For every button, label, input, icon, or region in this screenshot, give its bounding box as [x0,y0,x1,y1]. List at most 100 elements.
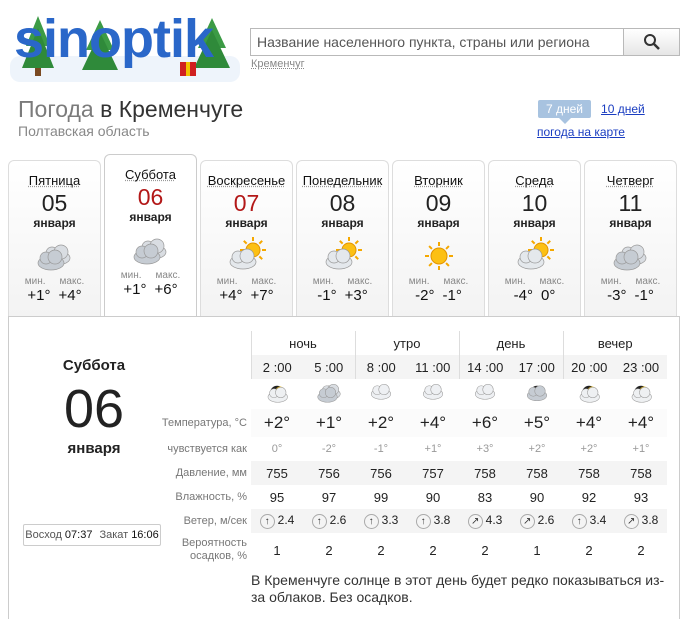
sun-cloud-icon [489,234,580,274]
humidity-cell: 93 [633,489,649,505]
time-cell: 20 :00 [562,355,615,379]
day-tab[interactable]: Четверг 11 января мин. макс. -3° -1° [584,160,677,316]
max-temp: -1° [634,287,654,304]
sinoptik-logo[interactable]: sinoptik [10,6,240,82]
pressure-cell: 755 [251,461,303,485]
wind-arrow-icon: ↑ [311,513,327,529]
min-label: мин. [312,276,334,287]
min-temp: +1° [123,281,147,298]
wind-cell: ↗ 3.8 [615,509,667,533]
min-max-values: +1° +6° [105,281,196,298]
min-temp: -1° [317,287,337,304]
temp-cell: +2° [355,409,407,437]
humidity-cell: 95 [269,489,285,505]
min-temp: -4° [513,287,533,304]
selected-day-number: 06 [63,379,125,439]
day-number: 07 [233,190,260,216]
wind-arrow-icon: ↑ [363,513,379,529]
min-label: мин. [600,276,622,287]
selected-day-month: января [67,440,121,457]
precip-cell: 1 [273,542,281,558]
region-label: Полтавская область [18,123,150,139]
feel-cell: +2° [528,443,546,455]
day-number: 11 [618,190,643,216]
max-label: макс. [251,276,277,287]
day-tab[interactable]: Пятница 05 января мин. макс. +1° +4° [8,160,101,316]
precip-cell: 2 [377,542,385,558]
day-tab[interactable]: Среда 10 января мин. макс. -4° 0° [488,160,581,316]
range-switch: 7 дней 10 дней [538,100,645,124]
temp-cell: +1° [303,409,355,437]
wind-cell: ↑ 3.8 [407,509,459,533]
day-tab[interactable]: Суббота 06 января мин. макс. +1° +6° [104,154,197,316]
day-name: Среда [515,173,554,188]
wind-arrow-icon: ↑ [415,513,431,529]
day-tab[interactable]: Понедельник 08 января мин. макс. -1° +3° [296,160,389,316]
range-7-days[interactable]: 7 дней [538,100,592,124]
time-cell: 11 :00 [407,355,459,379]
search-button[interactable] [623,29,679,55]
title-prefix: Погода [18,96,94,122]
day-month: января [609,216,652,230]
humidity-cell: 92 [581,489,597,505]
day-tab[interactable]: Вторник 09 января мин. макс. -2° -1° [392,160,485,316]
search-hint-link[interactable]: Кременчуг [251,58,305,70]
day-month: января [225,216,268,230]
feel-label: чувствуется как [167,443,247,455]
time-cell: 23 :00 [615,355,667,379]
map-link[interactable]: погода на карте [537,125,625,139]
wind-arrow-icon: ↗ [623,513,639,529]
min-label: мин. [120,270,142,281]
day-tabs: Пятница 05 января мин. макс. +1° +4° Суббот… [8,154,680,316]
wind-cell: ↑ 3.3 [355,509,407,533]
wind-arrow-icon: ↗ [519,513,535,529]
search-input[interactable] [251,29,623,55]
range-10-days[interactable]: 10 дней [601,100,645,118]
pressure-cell: 757 [407,461,459,485]
period-1: утро [354,331,459,355]
pressure-label: Давление, мм [175,467,247,479]
max-temp: +4° [58,287,82,304]
hourly-table: ночь утро день вечер 2 :00 5 :00 8 :00 11 :00 14… [155,331,667,567]
wind-cell: ↗ 2.6 [511,509,563,533]
time-spacer [155,355,251,379]
precip-cell: 2 [429,542,437,558]
day-name: Вторник [414,173,463,188]
min-max-values: +4° +7° [201,287,292,304]
feel-cell: -1° [373,443,389,455]
weather-description: В Кременчуге солнце в этот день будет ре… [251,572,665,605]
min-label: мин. [504,276,526,287]
max-label: макс. [443,276,469,287]
period-2: день [458,331,563,355]
sun-times: Восход 07:37 Закат 16:06 [23,524,161,546]
page-title: Погода в Кременчуге [18,96,243,123]
min-max-labels: мин. макс. [489,276,580,287]
min-max-values: -4° 0° [489,287,580,304]
pressure-cell: 758 [459,461,511,485]
feel-cell: +2° [580,443,598,455]
selected-day: Суббота 06 января [19,357,169,457]
wind-cell: ↑ 2.6 [303,509,355,533]
max-temp: +7° [250,287,274,304]
day-tab[interactable]: Воскресенье 07 января мин. макс. +4° +7° [200,160,293,316]
min-max-labels: мин. макс. [393,276,484,287]
day-month: января [321,216,364,230]
sunset-label: Закат [99,529,129,541]
day-month: января [417,216,460,230]
pressure-cell: 758 [511,461,563,485]
max-temp: 0° [541,287,556,304]
time-cell: 8 :00 [354,355,407,379]
precip-cell: 2 [637,542,645,558]
wind-cell: ↑ 2.4 [251,509,303,533]
night-cloud-icon [563,379,615,409]
day-number: 06 [137,184,164,210]
day-month: января [129,210,172,224]
min-temp: -2° [415,287,435,304]
period-0: ночь [250,331,355,355]
humidity-cell: 90 [425,489,441,505]
min-temp: +4° [219,287,243,304]
wind-speed: 2.6 [537,513,555,528]
min-max-labels: мин. макс. [297,276,388,287]
wind-arrow-icon: ↗ [467,513,483,529]
day-name: Понедельник [302,173,383,188]
